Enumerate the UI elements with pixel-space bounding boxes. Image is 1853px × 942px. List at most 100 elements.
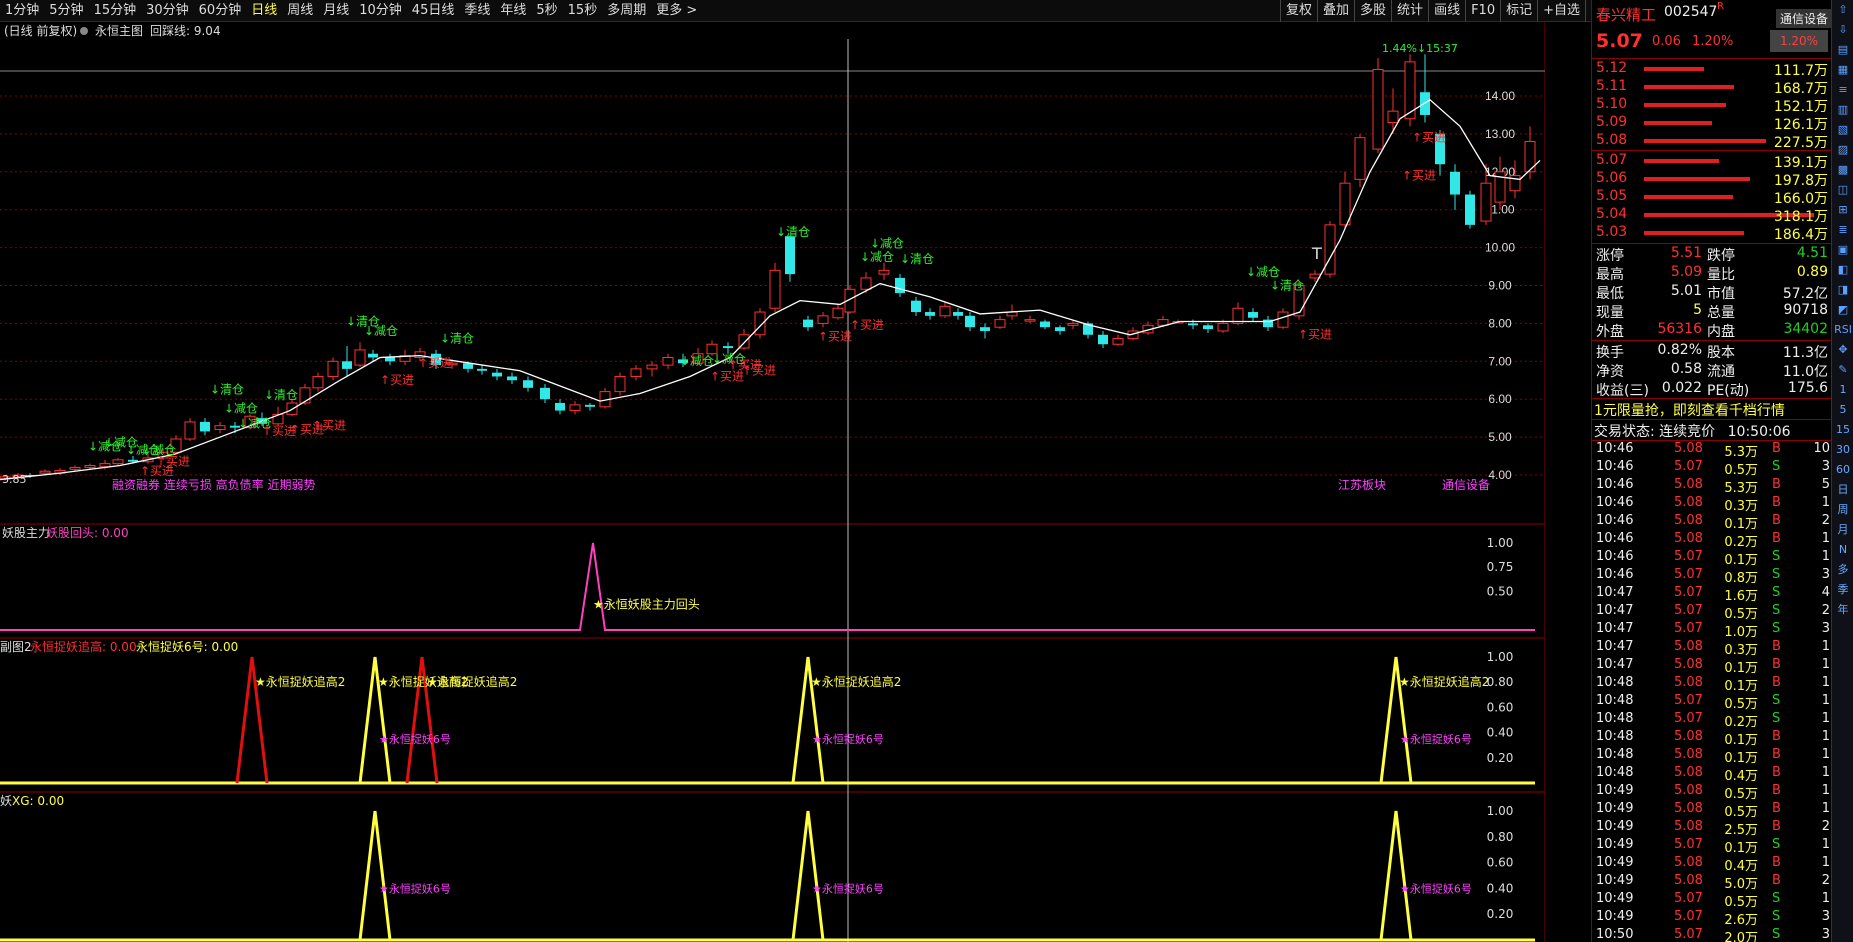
period-tab-10[interactable]: 季线: [459, 0, 495, 22]
period-tab-15[interactable]: 更多 >: [651, 0, 702, 22]
tool-icon-11[interactable]: ≣: [1832, 220, 1853, 240]
period-shortcut-4[interactable]: 60: [1832, 460, 1853, 480]
last-price: 5.07: [1596, 30, 1643, 52]
tool-icon-9[interactable]: ◫: [1832, 180, 1853, 200]
tool-icon-3[interactable]: ▦: [1832, 60, 1853, 80]
bids-level-2[interactable]: 5.05 166.0万: [1592, 188, 1832, 207]
candle-body: [312, 375, 324, 389]
period-shortcut-3[interactable]: 30: [1832, 440, 1853, 460]
tool-icon-12[interactable]: ▣: [1832, 240, 1853, 260]
tool-icon-15[interactable]: ◩: [1832, 300, 1853, 320]
sector-tag[interactable]: 通信设备: [1776, 9, 1833, 28]
panel2-title: 副图2: [0, 640, 32, 654]
period-tab-1[interactable]: 5分钟: [44, 0, 88, 22]
panel2-label1: ★永恒捉妖追高2: [427, 674, 517, 689]
period-shortcut-11[interactable]: 年: [1832, 600, 1853, 620]
period-tab-14[interactable]: 多周期: [602, 0, 651, 22]
panel2-label1: ★永恒捉妖追高2: [811, 674, 901, 689]
signal-clear: ↓清仓: [440, 331, 474, 345]
func-tab-7[interactable]: +自选: [1537, 0, 1585, 22]
candle-body: [785, 236, 795, 275]
tool-icon-17[interactable]: ✥: [1832, 340, 1853, 360]
tool-icon-13[interactable]: ◧: [1832, 260, 1853, 280]
period-tab-4[interactable]: 60分钟: [194, 0, 247, 22]
period-shortcut-8[interactable]: N: [1832, 540, 1853, 560]
panel3-spike: [1379, 810, 1413, 941]
period-tab-2[interactable]: 15分钟: [89, 0, 142, 22]
period-tab-3[interactable]: 30分钟: [141, 0, 194, 22]
period-tabs: 1分钟 5分钟 15分钟 30分钟 60分钟 日线 周线 月线 10分钟 45日线 季线 年线 5秒 15…: [0, 0, 702, 22]
book-bar: [1644, 139, 1766, 143]
period-tab-11[interactable]: 年线: [495, 0, 531, 22]
panel1-label: ★永恒妖股主力回头: [593, 598, 700, 612]
panel3-tick: 0.40: [1487, 881, 1514, 895]
tool-icon-7[interactable]: ▨: [1832, 140, 1853, 160]
pct-box: 1.20%: [1770, 30, 1828, 52]
book-bar: [1644, 103, 1726, 107]
tool-icon-4[interactable]: ≡: [1832, 80, 1853, 100]
func-tab-0[interactable]: 复权: [1280, 0, 1317, 22]
candle-body: [860, 277, 872, 290]
panel3-spike: [791, 810, 825, 941]
period-tab-13[interactable]: 15秒: [563, 0, 603, 22]
book-price: 5.10: [1596, 96, 1628, 112]
func-tab-5[interactable]: F10: [1465, 0, 1500, 22]
period-tab-6[interactable]: 周线: [282, 0, 318, 22]
signal-buy: ↑买进: [1412, 130, 1446, 144]
period-shortcut-0[interactable]: 1: [1832, 380, 1853, 400]
candle-body: [614, 375, 626, 393]
period-tab-9[interactable]: 45日线: [407, 0, 460, 22]
asks-level-3[interactable]: 5.09 126.1万: [1592, 114, 1832, 133]
tool-icon-10[interactable]: ⊞: [1832, 200, 1853, 220]
period-shortcut-2[interactable]: 15: [1832, 420, 1853, 440]
bids-level-4[interactable]: 5.03 186.4万: [1592, 224, 1832, 243]
period-tab-5[interactable]: 日线: [246, 0, 282, 22]
period-shortcut-9[interactable]: 多: [1832, 560, 1853, 580]
asks-level-2[interactable]: 5.10 152.1万: [1592, 96, 1832, 115]
period-tab-7[interactable]: 月线: [318, 0, 354, 22]
bottom-tags: 融资融券 连续亏损 高负债率 近期弱势: [112, 477, 315, 492]
func-tab-6[interactable]: 标记: [1500, 0, 1537, 22]
chart-area[interactable]: 14.0013.0012.0011.0010.009.008.007.006.0…: [0, 22, 1545, 942]
promo-link[interactable]: 1元限量抢，即刻查看千档行情: [1594, 400, 1834, 420]
tool-icon-0[interactable]: ⇧: [1832, 0, 1853, 20]
tool-icon-1[interactable]: ⇩: [1832, 20, 1853, 40]
period-shortcut-6[interactable]: 周: [1832, 500, 1853, 520]
period-tab-12[interactable]: 5秒: [531, 0, 562, 22]
bids-level-0[interactable]: 5.07 139.1万: [1592, 152, 1832, 171]
price-tick-label: 10.00: [1485, 241, 1515, 255]
period-shortcut-10[interactable]: 季: [1832, 580, 1853, 600]
period-shortcut-7[interactable]: 月: [1832, 520, 1853, 540]
candle-body: [1203, 325, 1213, 330]
period-shortcut-1[interactable]: 5: [1832, 400, 1853, 420]
asks-level-4[interactable]: 5.08 227.5万: [1592, 132, 1832, 151]
func-tab-4[interactable]: 画线: [1428, 0, 1465, 22]
tool-icon-6[interactable]: ▧: [1832, 120, 1853, 140]
tool-icon-5[interactable]: ▥: [1832, 100, 1853, 120]
tool-icon-2[interactable]: ▤: [1832, 40, 1853, 60]
tool-icon-8[interactable]: ▩: [1832, 160, 1853, 180]
candle-body: [723, 346, 733, 349]
panel3-title: 妖: [0, 794, 12, 808]
period-tab-0[interactable]: 1分钟: [0, 0, 44, 22]
indicator-dot-icon: [80, 27, 88, 35]
asks-level-0[interactable]: 5.12 111.7万: [1592, 60, 1832, 79]
period-shortcut-5[interactable]: 日: [1832, 480, 1853, 500]
tool-icon-14[interactable]: ◨: [1832, 280, 1853, 300]
t-mark: T: [1311, 244, 1322, 263]
book-volume: 139.1万: [1773, 155, 1828, 171]
tool-icon-16[interactable]: RSI: [1832, 320, 1853, 340]
bids-level-3[interactable]: 5.04 318.1万: [1592, 206, 1832, 225]
func-tab-2[interactable]: 多股: [1354, 0, 1391, 22]
price-pct: 1.20%: [1692, 34, 1734, 49]
period-tab-8[interactable]: 10分钟: [354, 0, 407, 22]
indicator-name: 永恒主图: [95, 24, 143, 38]
asks-level-1[interactable]: 5.11 168.7万: [1592, 78, 1832, 97]
tool-icon-18[interactable]: ✎: [1832, 360, 1853, 380]
bids-level-1[interactable]: 5.06 197.8万: [1592, 170, 1832, 189]
book-volume: 168.7万: [1773, 81, 1828, 97]
panel2-label1: ★永恒捉妖追高2: [255, 674, 345, 689]
panel1-value: 妖股回头: 0.00: [46, 526, 129, 540]
func-tab-1[interactable]: 叠加: [1317, 0, 1354, 22]
func-tab-3[interactable]: 统计: [1391, 0, 1428, 22]
